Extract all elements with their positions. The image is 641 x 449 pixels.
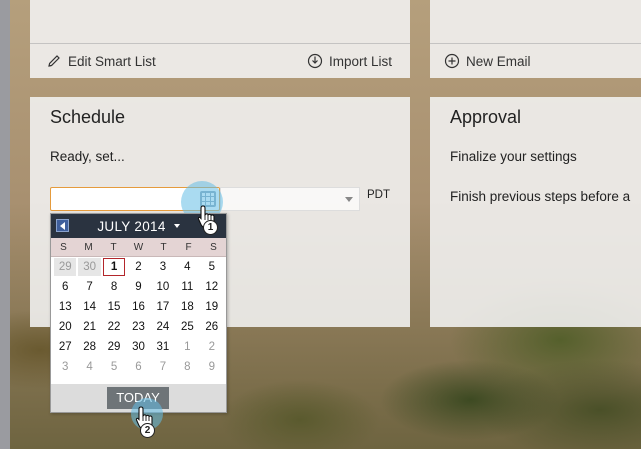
month-dropdown-icon[interactable] <box>173 224 180 228</box>
schedule-title: Schedule <box>50 107 126 127</box>
calendar-day[interactable]: 1 <box>176 338 198 356</box>
calendar-day[interactable]: 7 <box>152 358 174 376</box>
weekday-label: W <box>133 242 144 253</box>
import-icon <box>307 53 323 69</box>
plus-circle-icon <box>444 53 460 69</box>
calendar-day[interactable]: 5 <box>201 258 223 276</box>
date-picker-calendar: JULY 2014 S M T W T F S 29 30 1 2 3 4 5 6 7 8 9 10 1… <box>50 213 227 413</box>
timezone-label: PDT <box>367 189 390 201</box>
schedule-time-select[interactable] <box>220 187 360 211</box>
calendar-day[interactable]: 21 <box>78 318 100 336</box>
weekday-label: T <box>160 242 167 253</box>
calendar-day[interactable]: 8 <box>176 358 198 376</box>
calendar-day[interactable]: 28 <box>78 338 100 356</box>
calendar-day[interactable]: 12 <box>201 278 223 296</box>
calendar-day[interactable]: 5 <box>103 358 125 376</box>
edit-smart-list-label: Edit Smart List <box>68 53 156 69</box>
chevron-down-icon <box>345 197 353 202</box>
calendar-day[interactable]: 31 <box>152 338 174 356</box>
edit-smart-list-button[interactable]: Edit Smart List <box>46 53 156 69</box>
pencil-icon <box>48 55 60 67</box>
email-action-bar: New Email <box>430 43 641 78</box>
prev-month-button[interactable] <box>56 219 69 232</box>
calendar-day[interactable]: 3 <box>54 358 76 376</box>
weekday-label: M <box>84 242 93 253</box>
new-email-label: New Email <box>466 53 531 69</box>
calendar-day[interactable]: 4 <box>78 358 100 376</box>
calendar-day[interactable]: 11 <box>176 278 198 296</box>
weekday-label: S <box>210 242 217 253</box>
calendar-day[interactable]: 23 <box>127 318 149 336</box>
weekday-label: F <box>185 242 192 253</box>
calendar-day[interactable]: 20 <box>54 318 76 336</box>
email-panel: New Email <box>430 0 641 78</box>
calendar-day[interactable]: 4 <box>176 258 198 276</box>
step-badge-1: 1 <box>203 220 218 235</box>
calendar-day[interactable]: 29 <box>54 258 77 276</box>
approval-line-2: Finish previous steps before a <box>450 189 631 204</box>
calendar-day[interactable]: 7 <box>78 278 100 296</box>
calendar-day[interactable]: 10 <box>152 278 174 296</box>
weekday-label: T <box>110 242 117 253</box>
new-email-button[interactable]: New Email <box>444 53 531 69</box>
calendar-day-grid: 29 30 1 2 3 4 5 6 7 8 9 10 11 12 13 14 15 16 17 18 19 20 21 22 2… <box>51 257 226 377</box>
calendar-day[interactable]: 29 <box>103 338 125 356</box>
approval-title: Approval <box>450 107 522 127</box>
weekday-header-row: S M T W T F S <box>51 238 226 257</box>
approval-panel: Approval Finalize your settings Finish p… <box>430 97 641 327</box>
calendar-day[interactable]: 9 <box>127 278 149 296</box>
calendar-day[interactable]: 3 <box>152 258 174 276</box>
weekday-label: S <box>60 242 67 253</box>
calendar-day[interactable]: 16 <box>127 298 149 316</box>
left-edge-strip <box>0 0 10 449</box>
calendar-day[interactable]: 2 <box>127 258 149 276</box>
schedule-status: Ready, set... <box>50 149 125 164</box>
calendar-day[interactable]: 18 <box>176 298 198 316</box>
import-list-label: Import List <box>328 53 392 69</box>
import-list-button[interactable]: Import List <box>307 53 392 69</box>
calendar-day[interactable]: 6 <box>54 278 76 296</box>
calendar-month-label[interactable]: JULY 2014 <box>97 219 165 234</box>
calendar-day[interactable]: 27 <box>54 338 76 356</box>
smart-list-action-bar: Edit Smart List Import List <box>30 43 410 78</box>
calendar-day[interactable]: 9 <box>201 358 223 376</box>
calendar-day[interactable]: 14 <box>78 298 100 316</box>
calendar-day[interactable]: 25 <box>176 318 198 336</box>
approval-line-1: Finalize your settings <box>450 149 577 164</box>
calendar-day[interactable]: 30 <box>78 258 101 276</box>
calendar-day[interactable]: 19 <box>201 298 223 316</box>
calendar-day[interactable]: 13 <box>54 298 76 316</box>
calendar-day[interactable]: 30 <box>127 338 149 356</box>
calendar-day[interactable]: 8 <box>103 278 125 296</box>
calendar-day[interactable]: 24 <box>152 318 174 336</box>
calendar-day[interactable]: 22 <box>103 318 125 336</box>
calendar-day[interactable]: 15 <box>103 298 125 316</box>
calendar-day[interactable]: 26 <box>201 318 223 336</box>
calendar-day[interactable]: 1 <box>102 258 126 276</box>
calendar-day[interactable]: 17 <box>152 298 174 316</box>
calendar-day[interactable]: 2 <box>201 338 223 356</box>
smart-list-panel: Edit Smart List Import List <box>30 0 410 78</box>
calendar-day[interactable]: 6 <box>127 358 149 376</box>
step-badge-2: 2 <box>140 423 155 438</box>
